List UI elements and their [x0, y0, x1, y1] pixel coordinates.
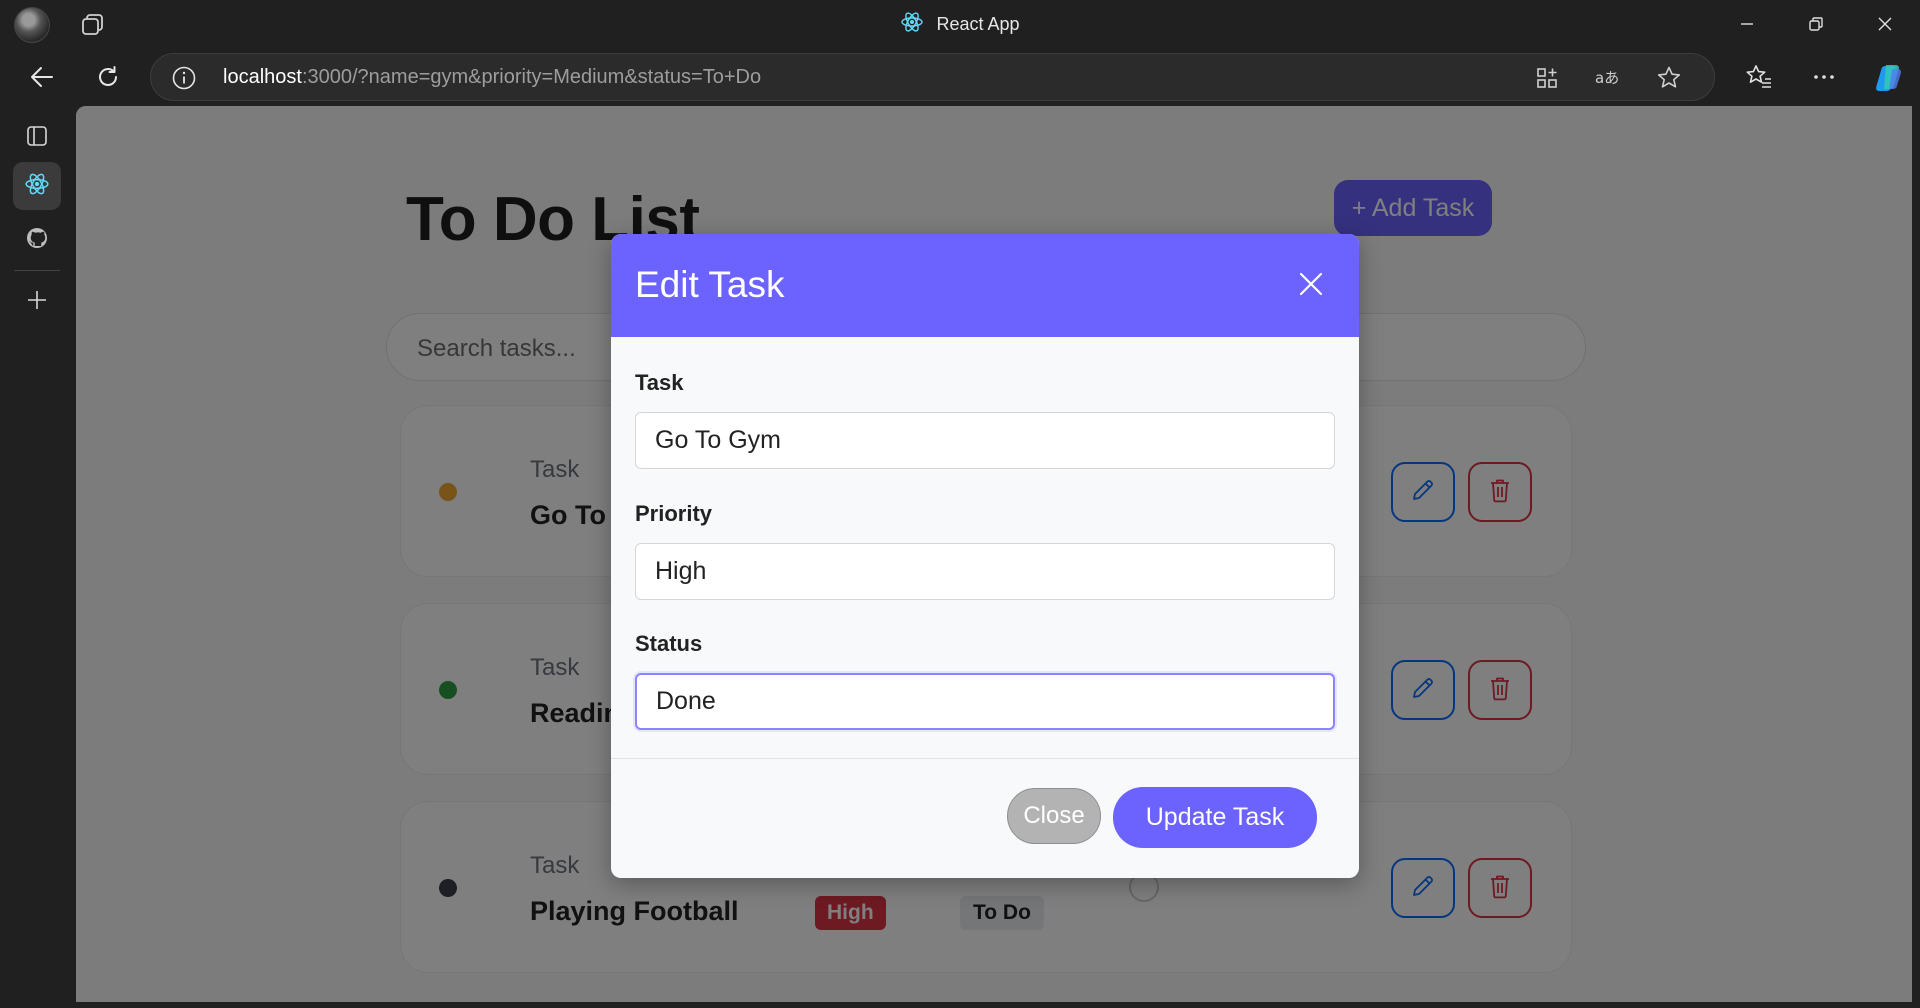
address-bar[interactable]: localhost:3000/?name=gym&priority=Medium…: [150, 53, 1715, 101]
close-icon: [1298, 271, 1324, 302]
tab-github[interactable]: [13, 216, 61, 264]
priority-input[interactable]: [635, 543, 1335, 600]
status-field-label: Status: [635, 631, 703, 656]
browser-sidebar: [0, 106, 76, 1008]
tab-actions-icon[interactable]: [13, 112, 61, 160]
modal-header: Edit Task: [611, 234, 1359, 337]
svg-text:aあ: aあ: [1595, 69, 1619, 87]
task-input[interactable]: [635, 412, 1335, 469]
task-field-label: Task: [635, 370, 684, 395]
close-button[interactable]: Close: [1007, 788, 1101, 844]
priority-field-label: Priority: [635, 501, 713, 526]
update-task-button[interactable]: Update Task: [1113, 787, 1317, 848]
modal-title: Edit Task: [635, 264, 785, 305]
title-bar: React App: [0, 0, 1920, 48]
window-title: React App: [0, 0, 1920, 48]
restore-button[interactable]: [1781, 0, 1851, 48]
react-logo-icon: [24, 171, 50, 202]
site-info-icon[interactable]: [171, 65, 197, 91]
status-input[interactable]: [635, 673, 1335, 730]
app-available-icon[interactable]: [1533, 65, 1561, 91]
react-logo-icon: [900, 10, 924, 39]
favorite-star-icon[interactable]: [1655, 65, 1683, 91]
page-viewport: To Do List + Add Task Search tasks... Ta…: [76, 106, 1912, 1002]
minimize-button[interactable]: [1712, 0, 1782, 48]
translate-icon[interactable]: aあ: [1594, 65, 1622, 91]
modal-footer-divider: [611, 758, 1359, 759]
close-window-button[interactable]: [1850, 0, 1920, 48]
copilot-icon[interactable]: [1870, 60, 1906, 96]
modal-close-button[interactable]: [1293, 268, 1329, 304]
favorites-icon[interactable]: [1744, 62, 1774, 92]
tab-react-app[interactable]: [13, 162, 61, 210]
new-tab-plus-icon[interactable]: [13, 276, 61, 324]
url-text[interactable]: localhost:3000/?name=gym&priority=Medium…: [223, 66, 761, 89]
edit-task-modal: Edit Task Task Priority Status Close Upd…: [611, 234, 1359, 878]
url-host: localhost: [223, 66, 302, 88]
browser-toolbar: localhost:3000/?name=gym&priority=Medium…: [0, 48, 1920, 106]
github-icon: [25, 226, 49, 255]
sidebar-divider: [14, 270, 60, 271]
refresh-icon[interactable]: [93, 62, 123, 92]
back-arrow-icon[interactable]: [27, 62, 57, 92]
window-title-text: React App: [936, 13, 1020, 34]
url-path: :3000/?name=gym&priority=Medium&status=T…: [301, 66, 762, 88]
more-options-icon[interactable]: [1809, 62, 1839, 92]
